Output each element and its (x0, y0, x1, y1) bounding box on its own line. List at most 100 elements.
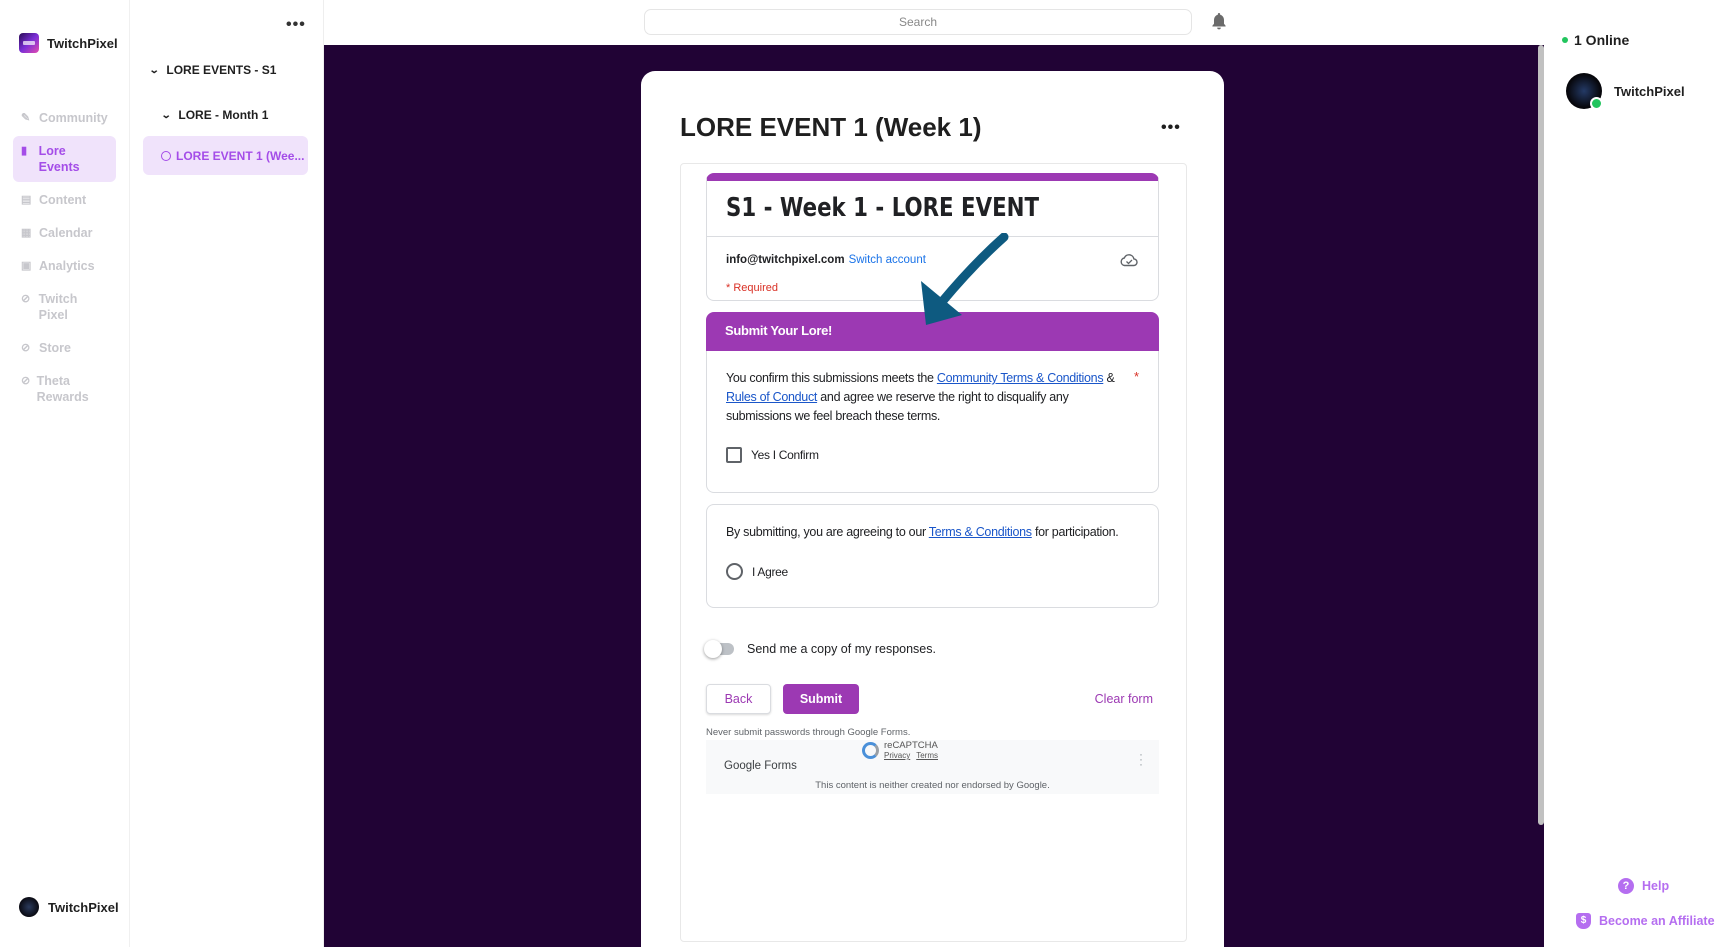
switch-account-link[interactable]: Switch account (849, 254, 926, 266)
members-panel: 1 Online TwitchPixel ? Help $ Become an … (1544, 0, 1721, 947)
tree-item-lore-event-1[interactable]: LORE EVENT 1 (Wee... (143, 136, 308, 175)
event-card: LORE EVENT 1 (Week 1) ••• S1 - Week 1 - … (641, 71, 1224, 947)
nav-item-theta-rewards[interactable]: ⊘ Theta Rewards (13, 366, 116, 412)
embedded-form-frame: S1 - Week 1 - LORE EVENT info@twitchpixe… (680, 163, 1187, 942)
send-copy-toggle[interactable] (704, 640, 734, 658)
circle-icon (161, 150, 171, 161)
help-button[interactable]: ? Help (1618, 878, 1669, 894)
account-email: info@twitchpixel.com (726, 254, 845, 266)
option-label: Yes I Confirm (751, 448, 819, 462)
main-content: LORE EVENT 1 (Week 1) ••• S1 - Week 1 - … (324, 45, 1544, 947)
tree-item-label: LORE EVENT 1 (Wee... (176, 148, 305, 163)
online-label: 1 Online (1574, 32, 1630, 48)
nav-item-label: Content (39, 193, 87, 207)
nav-item-lore-events[interactable]: ▮ Lore Events (13, 136, 116, 182)
chart-icon: ▣ (21, 260, 32, 272)
question-confirm: You confirm this submissions meets the C… (706, 351, 1159, 493)
help-icon: ? (1618, 878, 1634, 894)
google-forms-logo[interactable]: Google Forms (724, 760, 797, 772)
brand-name: TwitchPixel (47, 35, 118, 51)
more-options-icon[interactable]: ••• (286, 16, 306, 34)
nav-list: ✎ Community ▮ Lore Events ▤ Content ▦ Ca… (13, 103, 116, 415)
form-footer: reCAPTCHA Privacy Terms Google Forms · · · … (706, 740, 1159, 794)
confirm-checkbox-option[interactable]: Yes I Confirm (726, 447, 819, 463)
nav-item-label: Analytics (39, 259, 95, 273)
vertical-more-icon[interactable]: · · · (1139, 748, 1143, 770)
current-user[interactable]: TwitchPixel (19, 897, 119, 917)
nav-item-label: Twitch Pixel (38, 292, 78, 322)
nav-item-analytics[interactable]: ▣ Analytics (13, 251, 116, 281)
clear-form-button[interactable]: Clear form (1095, 692, 1153, 706)
search-input[interactable]: Search (644, 9, 1192, 35)
document-icon: ▤ (21, 194, 32, 206)
terms-conditions-link[interactable]: Terms & Conditions (929, 525, 1032, 539)
section-header: Submit Your Lore! (706, 312, 1159, 351)
radio-button[interactable] (726, 563, 743, 580)
question-text: You confirm this submissions meets the C… (726, 369, 1126, 426)
avatar (1566, 73, 1603, 110)
rules-of-conduct-link[interactable]: Rules of Conduct (726, 390, 817, 404)
account-row: info@twitchpixel.com Switch account (726, 254, 926, 266)
bell-icon[interactable] (1211, 12, 1227, 30)
affiliate-label: Become an Affiliate (1599, 914, 1715, 928)
send-copy-row: Send me a copy of my responses. (704, 639, 1159, 659)
community-terms-link[interactable]: Community Terms & Conditions (937, 371, 1104, 385)
book-icon: ▮ (21, 145, 28, 157)
tree-group-label: LORE - Month 1 (178, 108, 269, 122)
nav-item-community[interactable]: ✎ Community (13, 103, 116, 133)
send-copy-label: Send me a copy of my responses. (747, 642, 936, 656)
agree-radio-option[interactable]: I Agree (726, 563, 788, 580)
cloud-icon (1120, 254, 1138, 267)
tree-group-month[interactable]: ⌄ LORE - Month 1 (161, 108, 269, 122)
nav-item-label: Calendar (39, 226, 93, 240)
more-options-icon[interactable]: ••• (1161, 119, 1181, 137)
nav-item-label: Community (39, 111, 108, 125)
brand-logo (19, 33, 39, 53)
money-bag-icon: $ (1576, 913, 1591, 929)
link-icon: ⊘ (21, 375, 31, 387)
required-note: * Required (726, 282, 778, 294)
member-item[interactable]: TwitchPixel (1566, 73, 1685, 110)
nav-item-content[interactable]: ▤ Content (13, 185, 116, 215)
help-label: Help (1642, 879, 1670, 893)
link-icon: ⊘ (21, 342, 31, 354)
google-form: S1 - Week 1 - LORE EVENT info@twitchpixe… (704, 173, 1159, 794)
current-user-name: TwitchPixel (48, 899, 119, 915)
avatar (19, 897, 39, 917)
form-actions: Back Submit Clear form (706, 684, 1159, 714)
online-dot-icon (1562, 37, 1568, 43)
divider (707, 236, 1158, 237)
tree-group-label: LORE EVENTS - S1 (166, 63, 277, 77)
question-text: By submitting, you are agreeing to our T… (726, 525, 1119, 539)
tree-group-season[interactable]: ⌄ LORE EVENTS - S1 (148, 63, 277, 77)
question-text-part: & (1103, 371, 1115, 385)
nav-item-label: Theta Rewards (36, 374, 89, 404)
back-button[interactable]: Back (706, 684, 771, 714)
nav-item-twitch-pixel[interactable]: ⊘ Twitch Pixel (13, 284, 116, 330)
question-agree: By submitting, you are agreeing to our T… (706, 504, 1159, 608)
section-title: Submit Your Lore! (725, 323, 833, 338)
nav-item-store[interactable]: ⊘ Store (13, 333, 116, 363)
checkbox[interactable] (726, 447, 742, 463)
left-nav: TwitchPixel ✎ Community ▮ Lore Events ▤ … (0, 0, 130, 947)
link-icon: ⊘ (21, 293, 31, 305)
nav-item-calendar[interactable]: ▦ Calendar (13, 218, 116, 248)
recaptcha-icon (862, 742, 879, 759)
question-text-part: By submitting, you are agreeing to our (726, 525, 929, 539)
top-bar: Search (324, 0, 1544, 45)
page-title: LORE EVENT 1 (Week 1) (680, 112, 982, 142)
pen-icon: ✎ (21, 112, 31, 124)
google-forms-text: Google Forms (724, 760, 797, 772)
option-label: I Agree (752, 564, 788, 579)
brand[interactable]: TwitchPixel (19, 33, 118, 53)
online-count: 1 Online (1562, 32, 1629, 48)
calendar-icon: ▦ (21, 227, 32, 239)
privacy-link[interactable]: Privacy (884, 751, 910, 760)
question-text-part: You confirm this submissions meets the (726, 371, 937, 385)
nav-item-label: Store (39, 341, 71, 355)
terms-link[interactable]: Terms (916, 751, 938, 760)
chevron-down-icon: ⌄ (148, 64, 160, 76)
channel-tree: ••• ⌄ LORE EVENTS - S1 ⌄ LORE - Month 1 … (130, 0, 324, 947)
become-affiliate-button[interactable]: $ Become an Affiliate (1576, 913, 1715, 929)
submit-button[interactable]: Submit (783, 684, 859, 714)
